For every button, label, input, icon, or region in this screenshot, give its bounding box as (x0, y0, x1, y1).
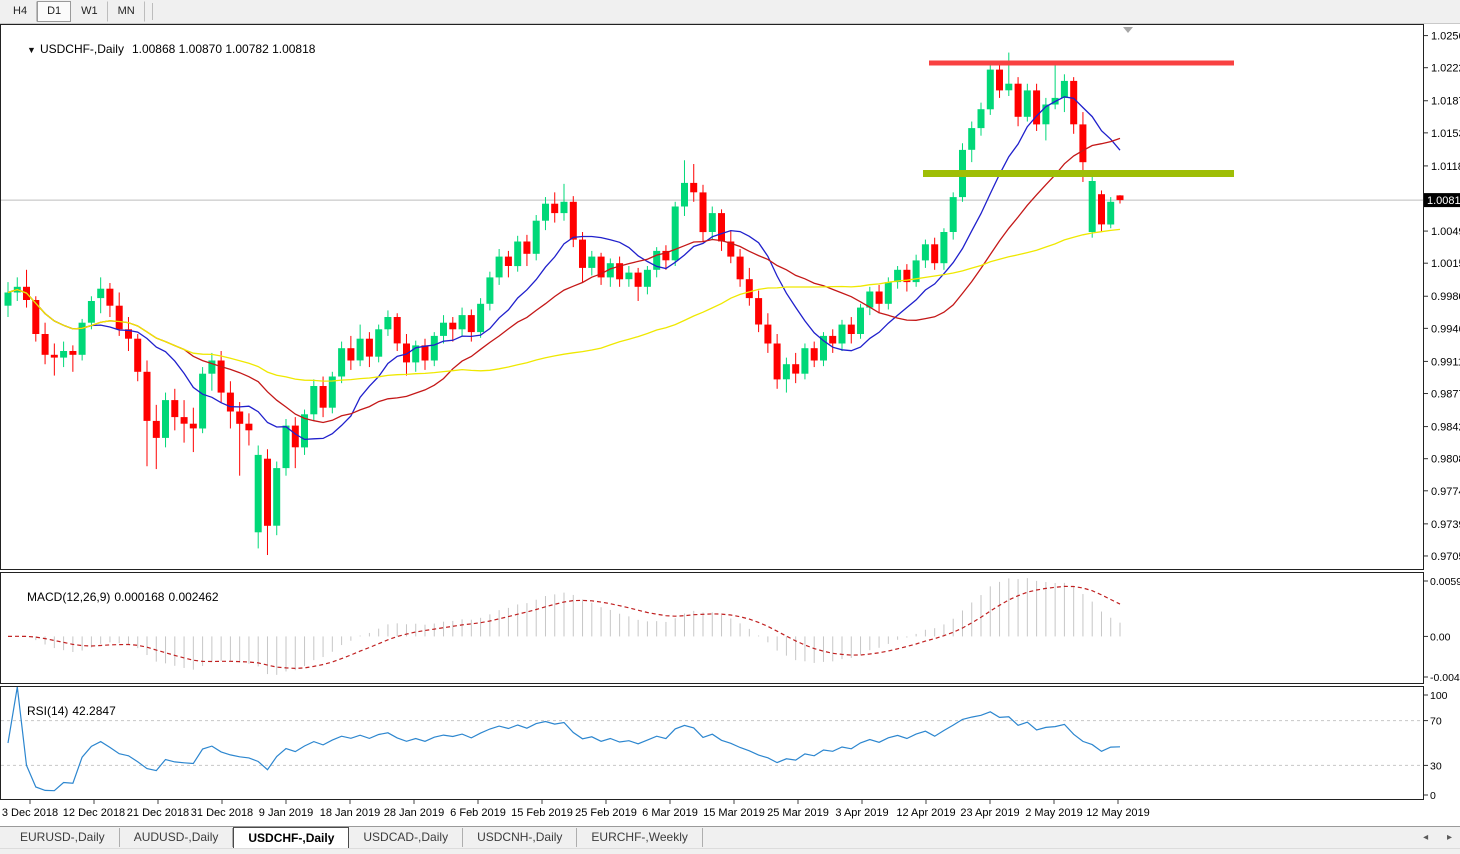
svg-text:0.98080: 0.98080 (1431, 454, 1460, 466)
tab-scroll-controls: ◂ ▸ (1407, 832, 1452, 843)
svg-text:70: 70 (1430, 716, 1442, 728)
auto-scroll-icon (1123, 27, 1133, 33)
svg-text:0.97050: 0.97050 (1431, 551, 1460, 563)
svg-text:0.98770: 0.98770 (1431, 389, 1460, 401)
timeframe-button-d1[interactable]: D1 (37, 1, 72, 22)
rsi-line (7, 687, 1121, 792)
svg-text:1.00490: 1.00490 (1431, 226, 1460, 238)
macd-name: MACD(12,26,9) (27, 590, 111, 604)
support-line (923, 170, 1234, 177)
svg-text:1.00150: 1.00150 (1431, 258, 1460, 270)
tab-usdcnh-daily[interactable]: USDCNH-,Daily (463, 828, 578, 847)
toolbar-separator (151, 3, 153, 20)
rsi-axis[interactable]: 100 70 30 0 (1424, 686, 1460, 800)
svg-text:-0.00424: -0.00424 (1430, 672, 1460, 684)
candlestick-series (4, 52, 1124, 556)
svg-text:28 Jan 2019: 28 Jan 2019 (384, 807, 445, 819)
time-axis[interactable]: 3 Dec 2018 12 Dec 2018 21 Dec 2018 31 Dec 2… (0, 800, 1460, 826)
macd-signal-value: 0.002462 (168, 590, 219, 604)
price-axis[interactable]: 1.02560 1.02220 1.01870 1.01530 1.01180 1.004… (1424, 24, 1460, 570)
svg-text:0: 0 (1430, 790, 1436, 800)
rsi-value: 42.2847 (72, 704, 116, 718)
svg-text:15 Mar 2019: 15 Mar 2019 (703, 807, 765, 819)
candlestick-chart[interactable] (1, 25, 1423, 569)
tab-audusd-daily[interactable]: AUDUSD-,Daily (120, 828, 234, 847)
timeframe-toolbar: H4 D1 W1 MN (0, 0, 1460, 24)
svg-text:0.97740: 0.97740 (1431, 486, 1460, 498)
svg-text:30: 30 (1430, 760, 1442, 772)
svg-text:31 Dec 2018: 31 Dec 2018 (191, 807, 253, 819)
resistance-line (929, 60, 1234, 66)
tab-eurusd-daily[interactable]: EURUSD-,Daily (6, 828, 120, 847)
svg-text:2 May 2019: 2 May 2019 (1025, 807, 1082, 819)
collapse-arrow-icon[interactable]: ▼ (27, 45, 36, 55)
ma-mid-line (7, 137, 1121, 424)
tab-scroll-left-icon[interactable]: ◂ (1423, 832, 1428, 843)
rsi-pane[interactable]: RSI(14) 42.2847 (0, 686, 1424, 800)
timeframe-button-mn[interactable]: MN (108, 1, 145, 22)
svg-text:12 May 2019: 12 May 2019 (1086, 807, 1150, 819)
svg-text:1.01530: 1.01530 (1431, 128, 1460, 140)
svg-text:21 Dec 2018: 21 Dec 2018 (127, 807, 189, 819)
ma-fast-line (7, 96, 1121, 441)
macd-axis[interactable]: 0.00597 0.00 -0.00424 (1424, 572, 1460, 684)
price-chart-pane[interactable]: ▼ USDCHF-,Daily 1.00868 1.00870 1.00782 1.… (0, 24, 1424, 570)
svg-text:0.99110: 0.99110 (1431, 356, 1460, 368)
chart-tab-bar: EURUSD-,Daily AUDUSD-,Daily USDCHF-,Daily U… (0, 826, 1460, 854)
svg-text:15 Feb 2019: 15 Feb 2019 (511, 807, 573, 819)
svg-text:18 Jan 2019: 18 Jan 2019 (320, 807, 381, 819)
timeframe-button-w1[interactable]: W1 (71, 1, 108, 22)
timeframe-button-h4[interactable]: H4 (3, 1, 38, 22)
svg-text:12 Dec 2018: 12 Dec 2018 (63, 807, 125, 819)
svg-text:6 Feb 2019: 6 Feb 2019 (450, 807, 506, 819)
macd-pane[interactable]: MACD(12,26,9) 0.000168 0.002462 (0, 572, 1424, 684)
tab-usdchf-daily[interactable]: USDCHF-,Daily (233, 827, 350, 850)
tab-usdcad-daily[interactable]: USDCAD-,Daily (349, 828, 464, 847)
trading-terminal: H4 D1 W1 MN ▼ USDCHF-,Daily 1.00868 1.00870 1… (0, 0, 1460, 854)
tab-scroll-right-icon[interactable]: ▸ (1447, 832, 1452, 843)
chart-ohlc-values: 1.00868 1.00870 1.00782 1.00818 (131, 42, 316, 56)
chart-tabs: EURUSD-,Daily AUDUSD-,Daily USDCHF-,Daily U… (0, 827, 1460, 850)
macd-label: MACD(12,26,9) 0.000168 0.002462 (7, 576, 223, 618)
rsi-name: RSI(14) (27, 704, 69, 718)
svg-text:12 Apr 2019: 12 Apr 2019 (896, 807, 955, 819)
svg-text:1.02220: 1.02220 (1431, 63, 1460, 75)
macd-main-value: 0.000168 (114, 590, 165, 604)
svg-text:0.99800: 0.99800 (1431, 291, 1460, 303)
svg-text:25 Mar 2019: 25 Mar 2019 (767, 807, 829, 819)
chart-title: ▼ USDCHF-,Daily 1.00868 1.00870 1.00782 1.… (7, 28, 319, 70)
svg-text:23 Apr 2019: 23 Apr 2019 (960, 807, 1019, 819)
svg-text:0.99460: 0.99460 (1431, 323, 1460, 335)
chart-symbol-label: USDCHF-,Daily (39, 42, 124, 56)
rsi-label: RSI(14) 42.2847 (7, 690, 120, 732)
svg-text:0.00597: 0.00597 (1430, 576, 1460, 588)
svg-text:100: 100 (1430, 690, 1448, 702)
rsi-chart[interactable] (1, 687, 1423, 799)
tabbar-strip (0, 848, 1460, 854)
svg-text:0.97390: 0.97390 (1431, 519, 1460, 531)
svg-text:25 Feb 2019: 25 Feb 2019 (575, 807, 637, 819)
svg-text:3 Dec 2018: 3 Dec 2018 (2, 807, 58, 819)
svg-text:1.02560: 1.02560 (1431, 31, 1460, 43)
svg-text:6 Mar 2019: 6 Mar 2019 (642, 807, 698, 819)
svg-text:9 Jan 2019: 9 Jan 2019 (259, 807, 313, 819)
svg-text:0.98420: 0.98420 (1431, 422, 1460, 434)
svg-text:1.01870: 1.01870 (1431, 96, 1460, 108)
svg-text:3 Apr 2019: 3 Apr 2019 (835, 807, 888, 819)
svg-text:0.00: 0.00 (1430, 631, 1451, 643)
svg-text:1.01180: 1.01180 (1431, 161, 1460, 173)
tab-eurchf-weekly[interactable]: EURCHF-,Weekly (577, 828, 703, 847)
svg-text:1.00818: 1.00818 (1427, 195, 1460, 207)
